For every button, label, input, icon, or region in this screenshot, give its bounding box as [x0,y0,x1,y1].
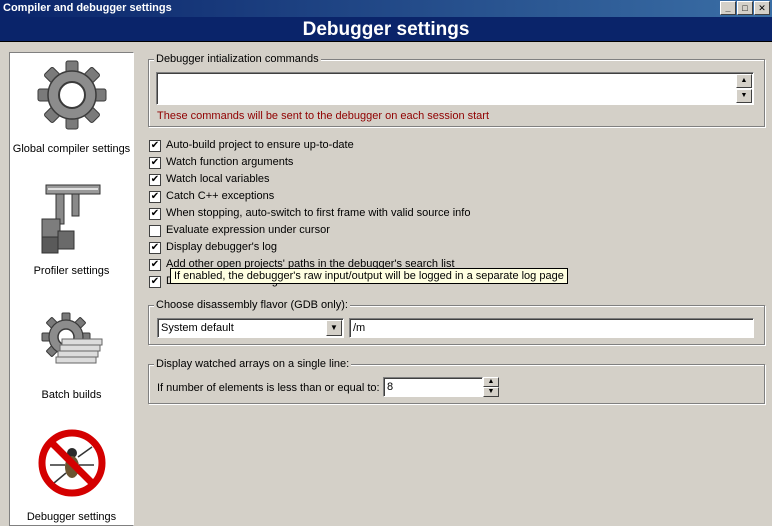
sidebar-item-label: Profiler settings [33,265,110,277]
disassembly-flavor-select[interactable]: System default ▼ [157,318,344,338]
sidebar-item-batch-builds[interactable]: Batch builds [10,303,133,405]
gear-icon [37,60,107,130]
init-commands-note: These commands will be sent to the debug… [157,110,490,122]
sidebar-item-label: Batch builds [41,389,102,401]
option-label: When stopping, auto-switch to first fram… [166,207,471,219]
option-label: Evaluate expression under cursor [166,224,330,236]
checkbox[interactable]: ✔ [149,140,161,152]
checkbox[interactable]: ✔ [149,174,161,186]
minimize-button[interactable]: _ [720,1,736,15]
page-title: Debugger settings [0,17,772,42]
no-bug-icon [38,429,106,497]
spin-up-button[interactable]: ▲ [483,377,499,387]
option-label: Watch function arguments [166,156,294,168]
disassembly-extra-value: /m [353,322,366,334]
option-label: Catch C++ exceptions [166,190,275,202]
checkbox[interactable]: ✔ [149,276,161,288]
sidebar-item-label: Global compiler settings [12,143,131,155]
batch-gear-icon [41,312,103,364]
watched-arrays-label: If number of elements is less than or eq… [157,382,380,394]
sidebar-item-label: Debugger settings [26,511,117,523]
window-title: Compiler and debugger settings [3,2,172,14]
checkbox[interactable]: ✔ [149,242,161,254]
init-commands-textarea[interactable]: ▲ ▼ [156,72,754,105]
checkbox[interactable]: ✔ [149,259,161,271]
settings-sidebar: Global compiler settings Profiler settin… [9,52,134,526]
window-titlebar: Compiler and debugger settings _ □ ✕ [0,0,772,17]
watched-arrays-count-input[interactable]: 8 [383,377,483,397]
checkbox[interactable]: ✔ [149,157,161,169]
sidebar-item-profiler[interactable]: Profiler settings [10,179,133,281]
checkbox[interactable] [149,225,161,237]
scroll-up-button[interactable]: ▲ [736,74,752,88]
scroll-down-button[interactable]: ▼ [736,89,752,103]
watched-arrays-legend: Display watched arrays on a single line: [154,358,352,370]
option-label: Auto-build project to ensure up-to-date [166,139,354,151]
tooltip: If enabled, the debugger's raw input/out… [170,268,568,284]
close-button[interactable]: ✕ [754,1,770,15]
option-label: Display debugger's log [166,241,277,253]
option-label: Watch local variables [166,173,270,185]
sidebar-item-global-compiler[interactable]: Global compiler settings [10,57,133,159]
init-commands-legend: Debugger intialization commands [154,53,321,65]
spin-down-button[interactable]: ▼ [483,387,499,397]
sidebar-item-debugger[interactable]: Debugger settings [10,425,133,525]
disassembly-flavor-value: System default [161,322,234,334]
disassembly-extra-input[interactable]: /m [349,318,754,338]
caliper-icon [41,184,101,254]
maximize-button[interactable]: □ [737,1,753,15]
chevron-down-icon[interactable]: ▼ [326,320,342,336]
checkbox[interactable]: ✔ [149,191,161,203]
watched-arrays-count-value: 8 [387,381,394,393]
disassembly-legend: Choose disassembly flavor (GDB only): [154,299,350,311]
checkbox[interactable]: ✔ [149,208,161,220]
